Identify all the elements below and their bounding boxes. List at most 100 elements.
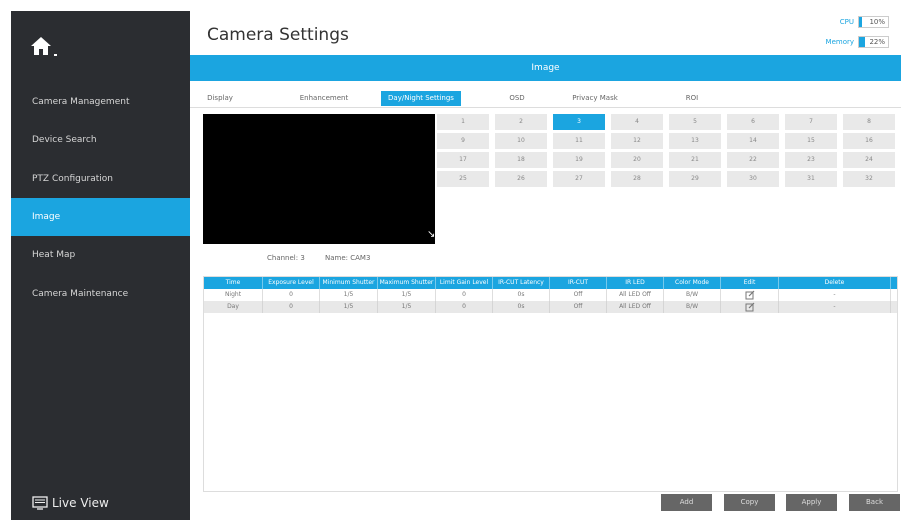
table-cell: 0s <box>493 301 550 313</box>
memory-bar-fill <box>859 37 866 47</box>
table-row: Day 0 1/5 1/5 0 0s Off All LED Off B/W - <box>204 301 897 313</box>
channel-button-3[interactable]: 3 <box>553 114 605 130</box>
column-header: Delete <box>779 277 891 289</box>
channel-button-8[interactable]: 8 <box>843 114 895 130</box>
tab-privacy-mask[interactable]: Privacy Mask <box>562 91 628 106</box>
channel-button-9[interactable]: 9 <box>437 133 489 149</box>
table-row: Night 0 1/5 1/5 0 0s Off All LED Off B/W - <box>204 289 897 301</box>
column-header: Exposure Level <box>263 277 320 289</box>
table-cell: 0 <box>263 289 320 301</box>
tab-roi[interactable]: ROI <box>670 91 714 106</box>
table-cell: All LED Off <box>607 301 664 313</box>
channel-button-32[interactable]: 32 <box>843 171 895 187</box>
back-button[interactable]: Back <box>849 494 900 511</box>
table-cell: Night <box>204 289 263 301</box>
channel-button-2[interactable]: 2 <box>495 114 547 130</box>
tab-enhancement[interactable]: Enhancement <box>284 91 364 106</box>
channel-button-15[interactable]: 15 <box>785 133 837 149</box>
add-button[interactable]: Add <box>661 494 712 511</box>
table-cell: - <box>779 301 891 313</box>
copy-button[interactable]: Copy <box>724 494 775 511</box>
table-cell: 1/5 <box>378 301 436 313</box>
table-header: Time Exposure Level Minimum Shutter Maximum… <box>204 277 897 289</box>
column-header: Limit Gain Level <box>436 277 493 289</box>
channel-button-10[interactable]: 10 <box>495 133 547 149</box>
channel-button-23[interactable]: 23 <box>785 152 837 168</box>
cpu-bar-fill <box>859 17 862 27</box>
table-body: Night 0 1/5 1/5 0 0s Off All LED Off B/W - Day 0 1/5… <box>204 289 897 313</box>
table-cell: 1/5 <box>378 289 436 301</box>
memory-label: Memory <box>825 38 854 46</box>
tab-bar: Display Enhancement Day/Night Settings O… <box>190 91 901 108</box>
channel-button-18[interactable]: 18 <box>495 152 547 168</box>
channel-button-5[interactable]: 5 <box>669 114 721 130</box>
sidebar-item-device-search[interactable]: Device Search <box>11 121 190 159</box>
table-cell: B/W <box>664 289 721 301</box>
mouse-cursor-icon: ↘ <box>427 229 436 240</box>
sidebar-item-ptz-configuration[interactable]: PTZ Configuration <box>11 160 190 198</box>
tab-display[interactable]: Display <box>198 91 242 106</box>
sidebar-item-camera-maintenance[interactable]: Camera Maintenance <box>11 275 190 313</box>
table-cell: - <box>779 289 891 301</box>
channel-button-17[interactable]: 17 <box>437 152 489 168</box>
column-header: IR LED <box>607 277 664 289</box>
channel-button-7[interactable]: 7 <box>785 114 837 130</box>
column-header: Time <box>204 277 263 289</box>
table-cell: 0 <box>436 289 493 301</box>
column-header: Maximum Shutter <box>378 277 436 289</box>
channel-button-31[interactable]: 31 <box>785 171 837 187</box>
channel-button-14[interactable]: 14 <box>727 133 779 149</box>
memory-bar: 22% <box>858 36 889 48</box>
table-cell: 0 <box>436 301 493 313</box>
channel-button-29[interactable]: 29 <box>669 171 721 187</box>
table-cell: All LED Off <box>607 289 664 301</box>
cpu-label: CPU <box>839 18 854 26</box>
channel-button-24[interactable]: 24 <box>843 152 895 168</box>
channel-button-11[interactable]: 11 <box>553 133 605 149</box>
cpu-value: 10% <box>869 18 885 26</box>
table-cell: Day <box>204 301 263 313</box>
sidebar-item-heat-map[interactable]: Heat Map <box>11 236 190 274</box>
channel-button-16[interactable]: 16 <box>843 133 895 149</box>
column-header: Color Mode <box>664 277 721 289</box>
channel-button-4[interactable]: 4 <box>611 114 663 130</box>
edit-icon[interactable] <box>721 301 779 313</box>
channel-number: Channel: 3 <box>267 254 305 262</box>
cpu-bar: 10% <box>858 16 889 28</box>
memory-value: 22% <box>869 38 885 46</box>
tab-day-night-settings[interactable]: Day/Night Settings <box>381 91 461 106</box>
column-header: IR-CUT <box>550 277 607 289</box>
channel-button-30[interactable]: 30 <box>727 171 779 187</box>
channel-button-20[interactable]: 20 <box>611 152 663 168</box>
live-view-button[interactable]: Live View <box>32 496 109 510</box>
camera-preview[interactable]: ↘ <box>203 114 435 244</box>
home-icon[interactable] <box>29 35 69 69</box>
channel-button-21[interactable]: 21 <box>669 152 721 168</box>
memory-meter: Memory 22% <box>826 36 889 48</box>
edit-icon[interactable] <box>721 289 779 301</box>
channel-button-6[interactable]: 6 <box>727 114 779 130</box>
channel-button-1[interactable]: 1 <box>437 114 489 130</box>
schedule-table: Time Exposure Level Minimum Shutter Maximum… <box>203 276 898 492</box>
channel-button-27[interactable]: 27 <box>553 171 605 187</box>
sidebar: Camera Management Device Search PTZ Conf… <box>11 11 190 520</box>
tab-osd[interactable]: OSD <box>495 91 539 106</box>
live-view-label: Live View <box>52 496 109 510</box>
table-cell: B/W <box>664 301 721 313</box>
channel-button-25[interactable]: 25 <box>437 171 489 187</box>
channel-button-13[interactable]: 13 <box>669 133 721 149</box>
page-title: Camera Settings <box>207 25 349 45</box>
sidebar-item-image[interactable]: Image <box>11 198 190 236</box>
table-cell: Off <box>550 289 607 301</box>
channel-button-26[interactable]: 26 <box>495 171 547 187</box>
cpu-meter: CPU 10% <box>840 16 889 28</box>
channel-button-19[interactable]: 19 <box>553 152 605 168</box>
table-cell: 1/5 <box>320 289 378 301</box>
column-header: Minimum Shutter <box>320 277 378 289</box>
apply-button[interactable]: Apply <box>786 494 837 511</box>
table-cell: 1/5 <box>320 301 378 313</box>
channel-button-22[interactable]: 22 <box>727 152 779 168</box>
channel-button-12[interactable]: 12 <box>611 133 663 149</box>
sidebar-item-camera-management[interactable]: Camera Management <box>11 83 190 121</box>
channel-button-28[interactable]: 28 <box>611 171 663 187</box>
